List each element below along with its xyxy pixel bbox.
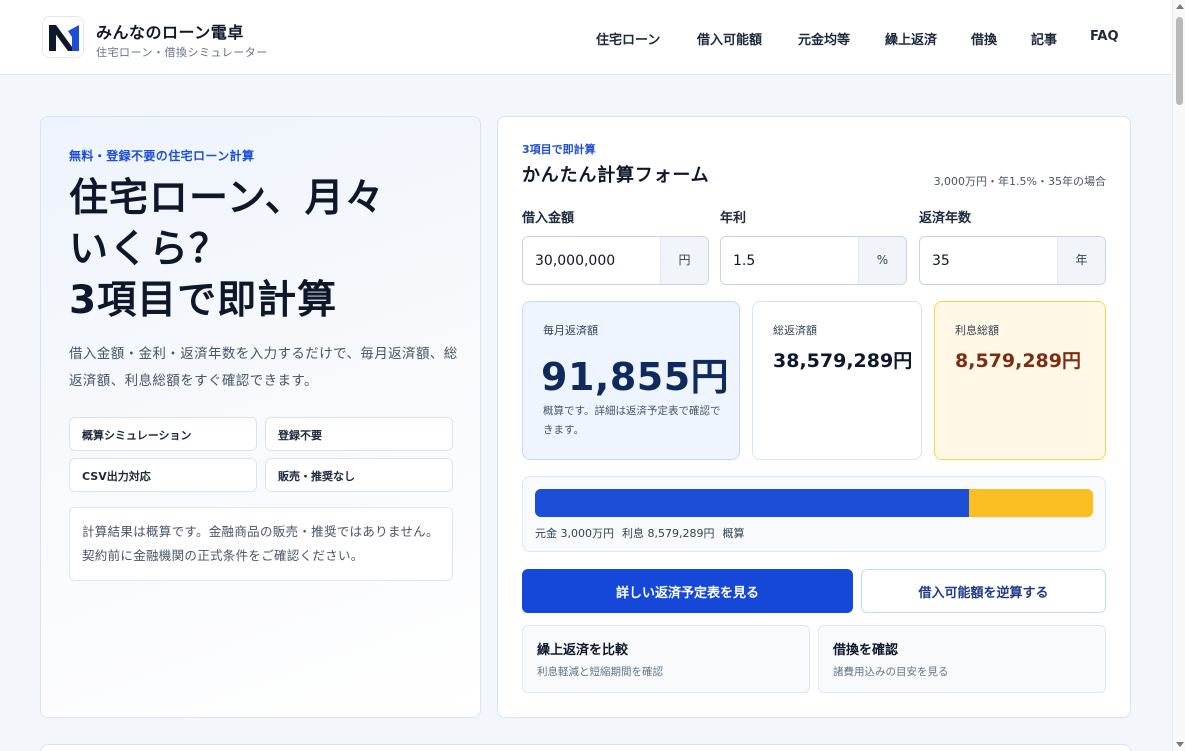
monthly-payment-label: 毎月返済額	[543, 324, 598, 337]
total-repayment-label: 総返済額	[773, 324, 817, 337]
rate-field: %	[720, 236, 907, 285]
tag-no-registration: 登録不要	[265, 417, 453, 451]
hero-title-line-3: 3項目で即計算	[69, 278, 338, 323]
nav-borrowing-capacity[interactable]: 借入可能額	[697, 29, 762, 48]
rate-label: 年利	[720, 211, 747, 226]
years-unit: 年	[1057, 237, 1105, 284]
scroll-up-arrow-icon[interactable]	[1176, 4, 1184, 9]
scroll-down-arrow-icon[interactable]	[1176, 742, 1184, 747]
hero-title: 住宅ローン、月々 いくら？ 3項目で即計算	[69, 173, 469, 326]
hero-lead: 借入金額・金利・返済年数を入力するだけで、毎月返済額、総返済額、利息総額をすぐ確…	[69, 346, 458, 389]
tag-csv-export: CSV出力対応	[69, 458, 257, 492]
total-interest-value: 8,579,289円	[955, 350, 1081, 372]
hero-eyebrow: 無料・登録不要の住宅ローン計算	[69, 149, 255, 163]
years-label: 返済年数	[919, 211, 972, 226]
main-nav: 住宅ローン 借入可能額 元金均等 繰上返済 借換 記事 FAQ	[0, 29, 1172, 49]
calculator-card: 3項目で即計算 かんたん計算フォーム 3,000万円・年1.5%・35年の場合 …	[497, 116, 1131, 718]
total-interest-label: 利息総額	[955, 324, 999, 337]
link-card-refinance-title: 借換を確認	[833, 643, 899, 658]
page-scrollbar[interactable]	[1172, 0, 1185, 751]
monthly-payment-card: 毎月返済額 91,855円 概算です。詳細は返済予定表で確認できます。	[522, 301, 740, 460]
nav-faq[interactable]: FAQ	[1090, 29, 1119, 44]
calculator-title: かんたん計算フォーム	[522, 165, 710, 186]
years-input[interactable]	[920, 237, 1058, 284]
amount-field: 円	[522, 236, 709, 285]
rate-input[interactable]	[721, 237, 859, 284]
principal-bar-segment	[535, 489, 969, 517]
monthly-payment-value: 91,855円	[541, 355, 730, 399]
total-interest-card: 利息総額 8,579,289円	[934, 301, 1106, 460]
calculator-eyebrow: 3項目で即計算	[522, 143, 596, 156]
amount-input[interactable]	[523, 237, 661, 284]
interest-bar-segment	[969, 489, 1093, 517]
site-header: みんなのローン電卓 住宅ローン・借換シミュレーター 住宅ローン 借入可能額 元金…	[0, 0, 1172, 75]
reverse-calc-capacity-button[interactable]: 借入可能額を逆算する	[861, 569, 1106, 613]
nav-prepayment[interactable]: 繰上返済	[885, 29, 937, 48]
example-hint: 3,000万円・年1.5%・35年の場合	[933, 175, 1106, 188]
scroll-thumb[interactable]	[1176, 17, 1183, 105]
nav-articles[interactable]: 記事	[1031, 29, 1057, 48]
hero-title-line-1: 住宅ローン、月々	[69, 176, 385, 221]
breakdown-caption: 元金 3,000万円 利息 8,579,289円 概算	[535, 525, 752, 541]
nav-equal-principal[interactable]: 元金均等	[798, 29, 850, 48]
amount-label: 借入金額	[522, 211, 575, 226]
total-repayment-value: 38,579,289円	[773, 350, 913, 372]
link-card-refinance-subtitle: 諸費用込みの目安を見る	[833, 666, 949, 678]
interest-caption: 利息 8,579,289円	[622, 527, 715, 540]
link-card-refinance[interactable]: 借換を確認 諸費用込みの目安を見る	[818, 625, 1106, 693]
nav-housing-loan[interactable]: 住宅ローン	[596, 29, 660, 48]
amount-unit: 円	[660, 237, 708, 284]
disclaimer-note: 計算結果は概算です。金融商品の販売・推奨ではありません。契約前に金融機関の正式条…	[69, 507, 453, 581]
hero-title-line-2: いくら？	[69, 227, 230, 272]
tag-no-sales: 販売・推奨なし	[265, 458, 453, 492]
next-section-edge	[40, 744, 1131, 751]
link-card-prepayment[interactable]: 繰上返済を比較 利息軽減と短縮期間を確認	[522, 625, 810, 693]
years-field: 年	[919, 236, 1106, 285]
breakdown-bar-box: 元金 3,000万円 利息 8,579,289円 概算	[522, 476, 1106, 552]
breakdown-bar	[535, 489, 1093, 517]
principal-caption: 元金 3,000万円	[535, 527, 614, 540]
monthly-payment-note: 概算です。詳細は返済予定表で確認できます。	[543, 405, 721, 436]
hero-card: 無料・登録不要の住宅ローン計算 住宅ローン、月々 いくら？ 3項目で即計算 借入…	[40, 116, 481, 718]
estimate-caption: 概算	[722, 527, 745, 540]
nav-refinance[interactable]: 借換	[971, 29, 997, 48]
tag-estimate-simulation: 概算シミュレーション	[69, 417, 257, 451]
link-card-prepayment-subtitle: 利息軽減と短縮期間を確認	[537, 666, 663, 678]
view-repayment-schedule-button[interactable]: 詳しい返済予定表を見る	[522, 569, 853, 613]
rate-unit: %	[858, 237, 906, 284]
link-card-prepayment-title: 繰上返済を比較	[537, 643, 629, 658]
total-repayment-card: 総返済額 38,579,289円	[752, 301, 922, 460]
